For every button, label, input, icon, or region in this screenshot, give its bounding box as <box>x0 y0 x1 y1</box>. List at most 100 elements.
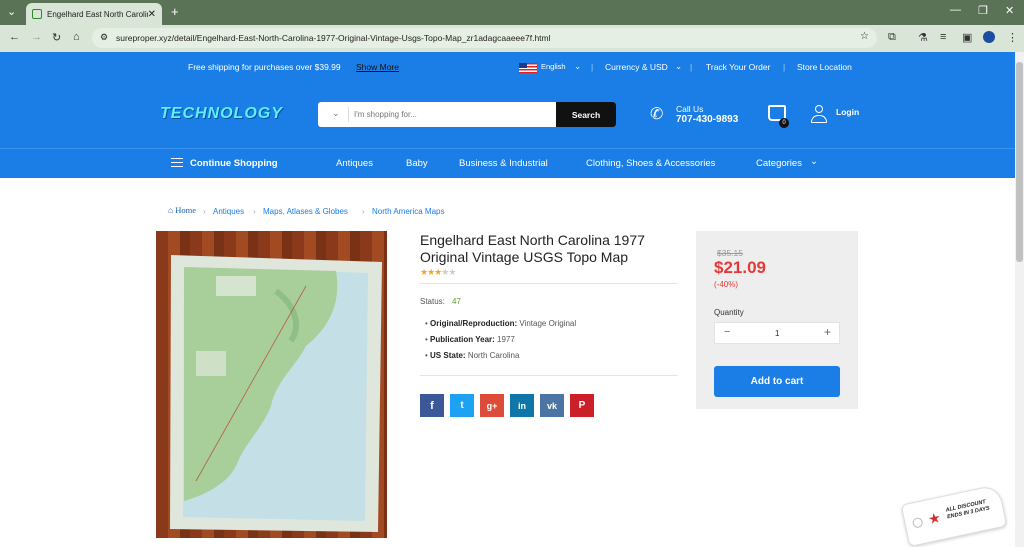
divider: | <box>690 62 693 72</box>
restore-icon[interactable]: ❐ <box>978 4 988 17</box>
status-value: 47 <box>452 297 461 306</box>
profile-avatar[interactable] <box>983 31 995 43</box>
new-tab-icon[interactable]: + <box>171 4 179 19</box>
sidepanel-icon[interactable]: ▣ <box>962 31 972 44</box>
store-location-link[interactable]: Store Location <box>797 62 852 72</box>
chevron-down-icon: ⌄ <box>675 61 683 71</box>
spec-item: • Publication Year: 1977 <box>425 335 515 344</box>
url-text: sureproper.xyz/detail/Engelhard-East-Nor… <box>116 33 551 43</box>
show-more-link[interactable]: Show More <box>356 62 399 72</box>
badge-hole-icon <box>911 516 924 529</box>
bookmark-star-icon[interactable]: ☆ <box>860 31 869 42</box>
quantity-input[interactable]: 1 <box>775 329 779 338</box>
nav-item-business[interactable]: Business & Industrial <box>459 158 548 169</box>
breadcrumb-home-label: Home <box>175 205 197 215</box>
discount-badge[interactable]: ★ ALL DISCOUNT ENDS IN 3 DAYS <box>900 484 1008 547</box>
increase-button[interactable]: + <box>824 325 831 339</box>
spec-label: US State: <box>430 351 466 360</box>
breadcrumb-item[interactable]: Maps, Atlases & Globes <box>263 207 348 216</box>
divider <box>420 375 678 376</box>
googleplus-share-icon[interactable]: g+ <box>480 394 504 417</box>
nav-item-antiques[interactable]: Antiques <box>336 158 373 169</box>
breadcrumb-item[interactable]: North America Maps <box>372 207 444 216</box>
divider: | <box>783 62 786 72</box>
nav-item-categories[interactable]: Categories <box>756 158 802 169</box>
site-info-icon[interactable]: ⚙ <box>100 32 108 43</box>
divider <box>348 107 349 122</box>
main-nav: Continue Shopping Antiques Baby Business… <box>0 148 1015 178</box>
hamburger-icon[interactable] <box>171 158 183 167</box>
minimize-icon[interactable]: — <box>950 4 961 16</box>
continue-shopping-link[interactable]: Continue Shopping <box>190 158 278 169</box>
call-label: Call Us <box>676 104 704 114</box>
chevron-down-icon: ⌄ <box>574 61 582 71</box>
nav-item-baby[interactable]: Baby <box>406 158 428 169</box>
spec-item: • US State: North Carolina <box>425 351 520 360</box>
product-title: Engelhard East North Carolina 1977 Origi… <box>420 232 645 265</box>
browser-tab[interactable]: Engelhard East North Carolina ✕ <box>26 3 162 25</box>
breadcrumb-separator: › <box>362 207 365 216</box>
add-to-cart-button[interactable]: Add to cart <box>714 366 840 397</box>
current-price: $21.09 <box>714 258 766 277</box>
star-icon: ★ <box>448 267 456 277</box>
track-order-link[interactable]: Track Your Order <box>706 62 770 72</box>
breadcrumb-item[interactable]: Antiques <box>213 207 244 216</box>
shipping-text: Free shipping for purchases over $39.99 <box>188 62 341 72</box>
spec-item: • Original/Reproduction: Vintage Origina… <box>425 319 577 328</box>
extensions-icon[interactable]: ⧉ <box>888 31 896 44</box>
search-bar: ⌄ Search <box>318 102 616 127</box>
status-label: Status: <box>420 297 445 306</box>
phone-icon: ✆ <box>650 106 664 123</box>
pinterest-share-icon[interactable]: P <box>570 394 594 417</box>
home-icon[interactable]: ⌂ <box>73 31 80 43</box>
menu-icon[interactable]: ⋮ <box>1007 31 1018 44</box>
breadcrumb-separator: › <box>203 207 206 216</box>
divider: | <box>591 62 594 72</box>
currency-select[interactable]: Currency & USD <box>605 62 668 72</box>
user-icon[interactable] <box>810 105 828 124</box>
rating-stars: ★★★★★ <box>420 267 456 278</box>
price-box: $35.15 $21.09 (-40%) Quantity − 1 + Add … <box>696 231 858 409</box>
language-select[interactable]: English <box>541 62 566 71</box>
close-tab-icon[interactable]: ✕ <box>148 9 156 20</box>
spec-label: Original/Reproduction: <box>430 319 518 328</box>
topo-map-image <box>170 255 382 532</box>
twitter-share-icon[interactable]: t <box>450 394 474 417</box>
spec-value: 1977 <box>497 335 515 344</box>
phone-number[interactable]: 707-430-9893 <box>676 114 738 125</box>
facebook-share-icon[interactable]: f <box>420 394 444 417</box>
old-price: $35.15 <box>717 248 743 258</box>
address-bar[interactable]: ⚙ sureproper.xyz/detail/Engelhard-East-N… <box>92 28 877 48</box>
product-image[interactable] <box>156 231 387 538</box>
us-flag-icon <box>519 63 537 73</box>
site-logo[interactable]: TECHNOLOGY <box>160 105 283 123</box>
nav-item-clothing[interactable]: Clothing, Shoes & Accessories <box>586 158 715 169</box>
breadcrumb-home[interactable]: ⌂ Home <box>168 205 196 215</box>
login-link[interactable]: Login <box>836 107 859 117</box>
quantity-stepper: − 1 + <box>714 322 840 344</box>
back-icon[interactable]: ← <box>9 31 20 43</box>
divider <box>420 283 678 284</box>
star-icon: ★ <box>926 509 943 528</box>
linkedin-share-icon[interactable]: in <box>510 394 534 417</box>
badge-text: ALL DISCOUNT ENDS IN 3 DAYS <box>945 499 991 521</box>
reload-icon[interactable]: ↻ <box>52 31 61 44</box>
lab-icon[interactable]: ⚗ <box>918 31 928 44</box>
cart-count-badge: 0 <box>779 118 789 128</box>
tab-list-icon[interactable]: ⌄ <box>7 5 16 18</box>
reading-icon[interactable]: ≡ <box>940 31 946 43</box>
decrease-button[interactable]: − <box>724 326 730 338</box>
search-input[interactable] <box>354 106 544 123</box>
search-button[interactable]: Search <box>556 102 616 127</box>
close-window-icon[interactable]: ✕ <box>1005 4 1014 17</box>
category-dropdown-icon[interactable]: ⌄ <box>332 108 340 119</box>
breadcrumb-separator: › <box>253 207 256 216</box>
quantity-label: Quantity <box>714 308 744 317</box>
page-scrollbar[interactable] <box>1015 52 1024 547</box>
favicon-icon <box>32 9 42 19</box>
scrollbar-thumb[interactable] <box>1016 62 1023 262</box>
forward-icon[interactable]: → <box>31 31 42 43</box>
chevron-down-icon: ⌄ <box>810 156 818 167</box>
tab-title: Engelhard East North Carolina <box>47 9 148 19</box>
vk-share-icon[interactable]: vk <box>540 394 564 417</box>
